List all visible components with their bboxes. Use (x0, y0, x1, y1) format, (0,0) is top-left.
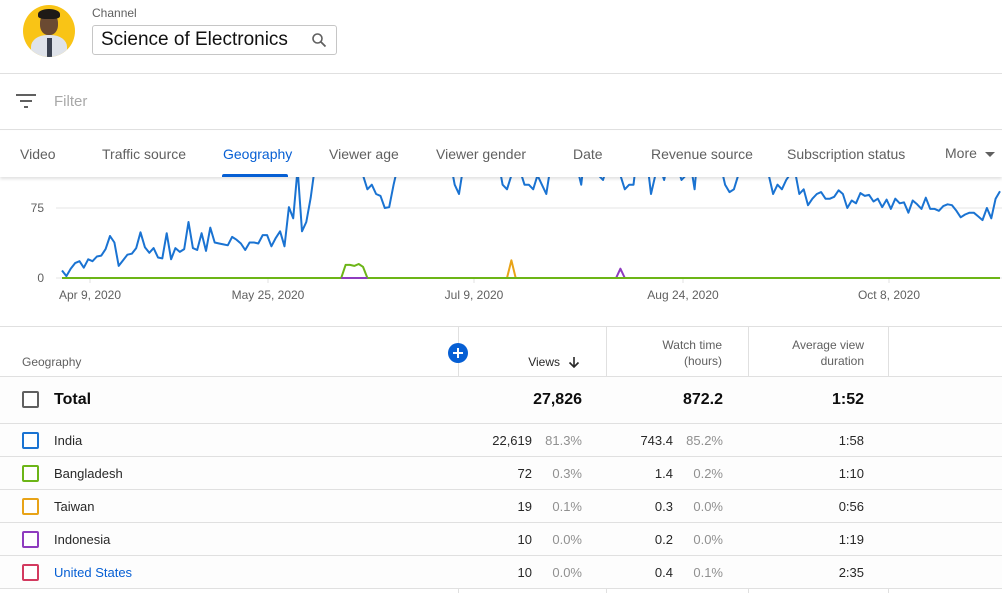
table-row[interactable]: Bangladesh 72 0.3% 1.4 0.2% 1:10 (0, 457, 1002, 490)
channel-avatar[interactable] (23, 5, 75, 57)
avg-duration-value: 0:56 (838, 499, 864, 514)
caret-down-icon (984, 151, 995, 157)
add-circle-icon[interactable] (448, 343, 468, 363)
views-value: 19 (517, 499, 532, 514)
total-watch-time: 872.2 (682, 391, 723, 408)
avg-duration-value: 1:58 (838, 433, 864, 448)
series-line-indonesia[interactable] (62, 267, 1000, 279)
dimension-tabs: Video Traffic source Geography Viewer ag… (0, 131, 1002, 177)
total-row: Total 27,826 872.2 1:52 (0, 377, 1002, 424)
table-header: Geography Views Watch time (hours) Avera… (0, 327, 1002, 377)
tab-video[interactable]: Video (20, 146, 56, 162)
country-name: Indonesia (54, 532, 111, 547)
watch-time-value: 743.4 (640, 433, 673, 448)
y-tick-75: 75 (31, 201, 45, 215)
y-tick-0: 0 (37, 271, 44, 285)
watch-time-column-header[interactable]: Watch time (hours) (620, 337, 722, 369)
views-percent: 0.3% (552, 466, 582, 481)
tab-traffic-source[interactable]: Traffic source (102, 146, 186, 162)
table-row[interactable]: Taiwan 19 0.1% 0.3 0.0% 0:56 (0, 490, 1002, 523)
watch-time-value: 0.3 (654, 499, 673, 514)
x-tick-label: Aug 24, 2020 (647, 288, 719, 302)
tab-viewer-age[interactable]: Viewer age (329, 146, 399, 162)
views-percent: 0.1% (552, 499, 582, 514)
country-name[interactable]: United States (54, 565, 132, 580)
avg-duration-column-header[interactable]: Average view duration (760, 337, 864, 369)
series-line-bangladesh[interactable] (62, 263, 1000, 279)
tab-more-label: More (945, 145, 977, 161)
views-value: 10 (517, 532, 532, 547)
views-percent: 0.0% (552, 565, 582, 580)
views-percent: 81.3% (545, 433, 582, 448)
series-line-india[interactable] (61, 177, 1001, 278)
watch-time-percent: 85.2% (686, 433, 723, 448)
views-value: 22,619 (492, 433, 532, 448)
geography-column-header: Geography (22, 355, 82, 369)
arrow-down-icon[interactable] (568, 356, 580, 368)
watch-time-percent: 0.0% (693, 499, 723, 514)
tab-subscription-status[interactable]: Subscription status (787, 146, 905, 162)
watch-time-value: 0.4 (654, 565, 673, 580)
search-icon[interactable] (311, 32, 327, 48)
views-column-header[interactable]: Views (480, 354, 560, 370)
avatar-tie (47, 38, 52, 57)
tab-viewer-gender[interactable]: Viewer gender (436, 146, 526, 162)
watch-time-header-line2: (hours) (683, 354, 722, 368)
avg-duration-value: 1:19 (838, 532, 864, 547)
views-header-label: Views (528, 355, 560, 369)
views-line-chart: 75 0 Apr 9, 2020 May 25, 2020 Jul 9, 2020 A… (0, 177, 1002, 325)
row-series-checkbox[interactable] (22, 498, 39, 515)
channel-header: Channel Science of Electronics (0, 0, 1002, 74)
tab-revenue-source[interactable]: Revenue source (651, 146, 753, 162)
row-series-checkbox[interactable] (22, 465, 39, 482)
x-tick-label: Apr 9, 2020 (59, 288, 121, 302)
channel-selector[interactable]: Science of Electronics (92, 25, 337, 55)
table-row[interactable]: Indonesia 10 0.0% 0.2 0.0% 1:19 (0, 523, 1002, 556)
total-label: Total (54, 391, 92, 408)
filter-input[interactable]: Filter (54, 93, 87, 110)
watch-time-header-line1: Watch time (662, 338, 722, 352)
x-tick-label: Oct 8, 2020 (858, 288, 920, 302)
tab-date[interactable]: Date (573, 146, 603, 162)
avg-duration-header-line1: Average view (792, 338, 864, 352)
active-tab-indicator (222, 174, 288, 177)
watch-time-percent: 0.0% (693, 532, 723, 547)
avatar-hair (38, 9, 60, 19)
watch-time-value: 0.2 (654, 532, 673, 547)
x-tick-label: May 25, 2020 (232, 288, 305, 302)
views-percent: 0.0% (552, 532, 582, 547)
x-tick-label: Jul 9, 2020 (445, 288, 504, 302)
table-row[interactable]: United States 10 0.0% 0.4 0.1% 2:35 (0, 556, 1002, 589)
chart-canvas: 75 0 Apr 9, 2020 May 25, 2020 Jul 9, 2020 A… (31, 177, 1002, 302)
geography-table: Geography Views Watch time (hours) Avera… (0, 326, 1002, 593)
watch-time-percent: 0.1% (693, 565, 723, 580)
table-row[interactable]: India 22,619 81.3% 743.4 85.2% 1:58 (0, 424, 1002, 457)
series-line-taiwan[interactable] (62, 259, 1000, 279)
channel-name: Science of Electronics (101, 29, 288, 50)
total-avg-duration: 1:52 (831, 391, 864, 408)
total-views: 27,826 (533, 391, 582, 408)
tab-more[interactable]: More (945, 145, 995, 161)
views-value: 10 (517, 565, 532, 580)
country-name: India (54, 433, 83, 448)
avg-duration-header-line2: duration (820, 354, 864, 368)
total-checkbox[interactable] (22, 391, 39, 408)
row-series-checkbox[interactable] (22, 531, 39, 548)
tab-geography[interactable]: Geography (223, 146, 292, 162)
country-name: Bangladesh (54, 466, 123, 481)
avg-duration-value: 2:35 (838, 565, 864, 580)
country-name: Taiwan (54, 499, 95, 514)
row-series-checkbox[interactable] (22, 564, 39, 581)
watch-time-percent: 0.2% (693, 466, 723, 481)
views-value: 72 (517, 466, 532, 481)
avg-duration-value: 1:10 (838, 466, 864, 481)
watch-time-value: 1.4 (654, 466, 673, 481)
channel-label: Channel (92, 6, 137, 20)
filter-bar[interactable]: Filter (0, 74, 1002, 130)
filter-icon[interactable] (16, 94, 36, 108)
row-series-checkbox[interactable] (22, 432, 39, 449)
